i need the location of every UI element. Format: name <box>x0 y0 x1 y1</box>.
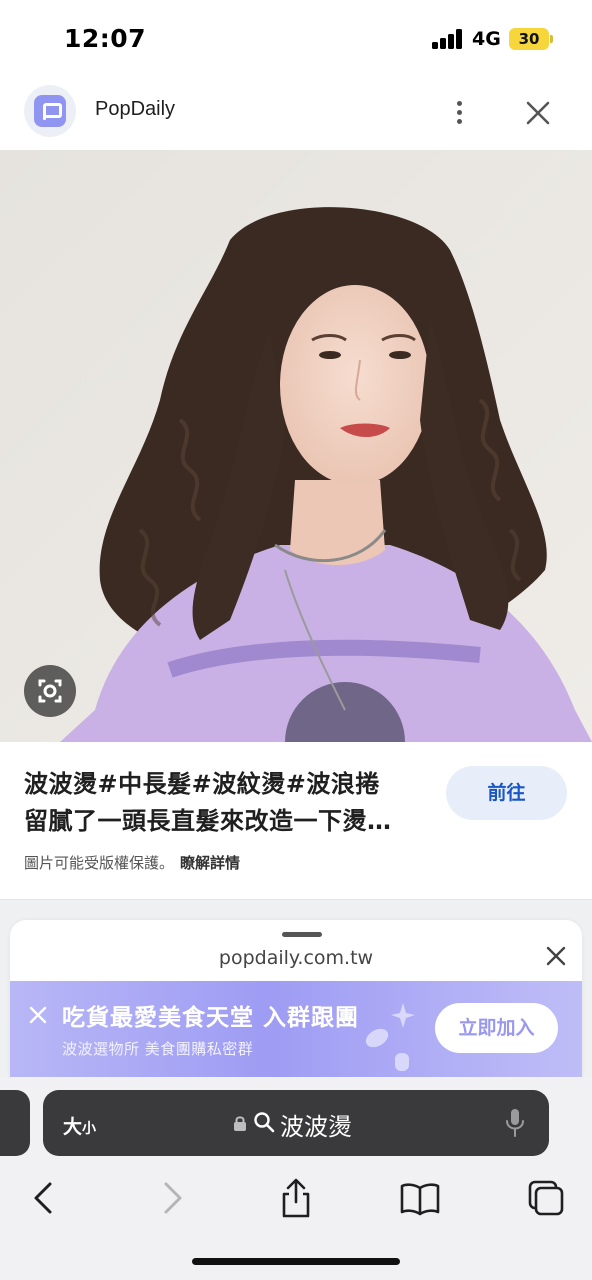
sheet-drag-handle[interactable] <box>282 932 322 937</box>
join-button[interactable]: 立即加入 <box>435 1003 558 1053</box>
battery-icon: 30 <box>509 28 549 50</box>
more-vertical-icon[interactable] <box>450 99 470 127</box>
back-icon[interactable] <box>22 1176 66 1220</box>
portrait-illustration <box>0 150 592 742</box>
decoration-icon <box>365 1003 415 1071</box>
browser-toolbar: 大小 波波燙 <box>0 1078 592 1280</box>
previous-tab-edge[interactable] <box>0 1090 30 1156</box>
search-icon <box>254 1112 275 1133</box>
goto-button[interactable]: 前往 <box>446 766 567 820</box>
sheet-url: popdaily.com.tw <box>218 947 374 969</box>
popdaily-logo-icon[interactable] <box>24 85 76 137</box>
copyright-text: 圖片可能受版權保護。 <box>24 854 175 872</box>
share-icon[interactable] <box>274 1176 318 1220</box>
text-size-button[interactable]: 大小 <box>63 1112 96 1139</box>
result-title-line-2: 留膩了一頭長直髮來改造一下燙… <box>24 807 392 835</box>
app-header: PopDaily <box>0 80 592 150</box>
battery-tip <box>550 35 553 43</box>
app-name[interactable]: PopDaily <box>95 98 175 121</box>
search-query: 波波燙 <box>280 1113 352 1141</box>
banner-title: 吃貨最愛美食天堂 入群跟團 <box>62 1005 360 1031</box>
web-preview-sheet[interactable]: popdaily.com.tw 吃貨最愛美食天堂 入群跟團 波波選物所 美食團購… <box>10 920 582 1085</box>
close-icon[interactable] <box>525 100 551 126</box>
close-icon[interactable] <box>545 945 567 967</box>
address-bar[interactable]: 大小 波波燙 <box>43 1090 549 1156</box>
status-bar: 12:07 4G 30 <box>0 0 592 78</box>
bookmarks-icon[interactable] <box>398 1176 442 1220</box>
result-photo[interactable] <box>0 150 592 742</box>
promo-banner[interactable]: 吃貨最愛美食天堂 入群跟團 波波選物所 美食團購私密群 立即加入 <box>10 981 582 1077</box>
status-time: 12:07 <box>64 24 147 53</box>
lock-icon <box>234 1116 246 1131</box>
banner-subtitle: 波波選物所 美食團購私密群 <box>62 1040 254 1058</box>
network-label: 4G <box>472 28 501 50</box>
mic-icon[interactable] <box>505 1108 525 1138</box>
text-size-small: 小 <box>82 1121 97 1137</box>
result-title[interactable]: 波波燙#中長髮#波紋燙#波浪捲 留膩了一頭長直髮來改造一下燙… <box>24 766 429 840</box>
signal-icon <box>432 29 464 49</box>
banner-close-icon[interactable] <box>29 1006 47 1024</box>
browser-nav-row <box>0 1176 592 1226</box>
copyright-notice: 圖片可能受版權保護。 瞭解詳情 <box>24 852 240 873</box>
lens-search-icon[interactable] <box>24 665 76 717</box>
result-title-line-1: 波波燙#中長髮#波紋燙#波浪捲 <box>24 770 380 798</box>
tabs-icon[interactable] <box>524 1176 568 1220</box>
forward-icon[interactable] <box>150 1176 194 1220</box>
home-indicator[interactable] <box>192 1258 400 1265</box>
learn-more-link[interactable]: 瞭解詳情 <box>180 854 240 872</box>
text-size-big: 大 <box>63 1116 83 1138</box>
result-caption: 波波燙#中長髮#波紋燙#波浪捲 留膩了一頭長直髮來改造一下燙… 前往 圖片可能受… <box>0 742 592 900</box>
